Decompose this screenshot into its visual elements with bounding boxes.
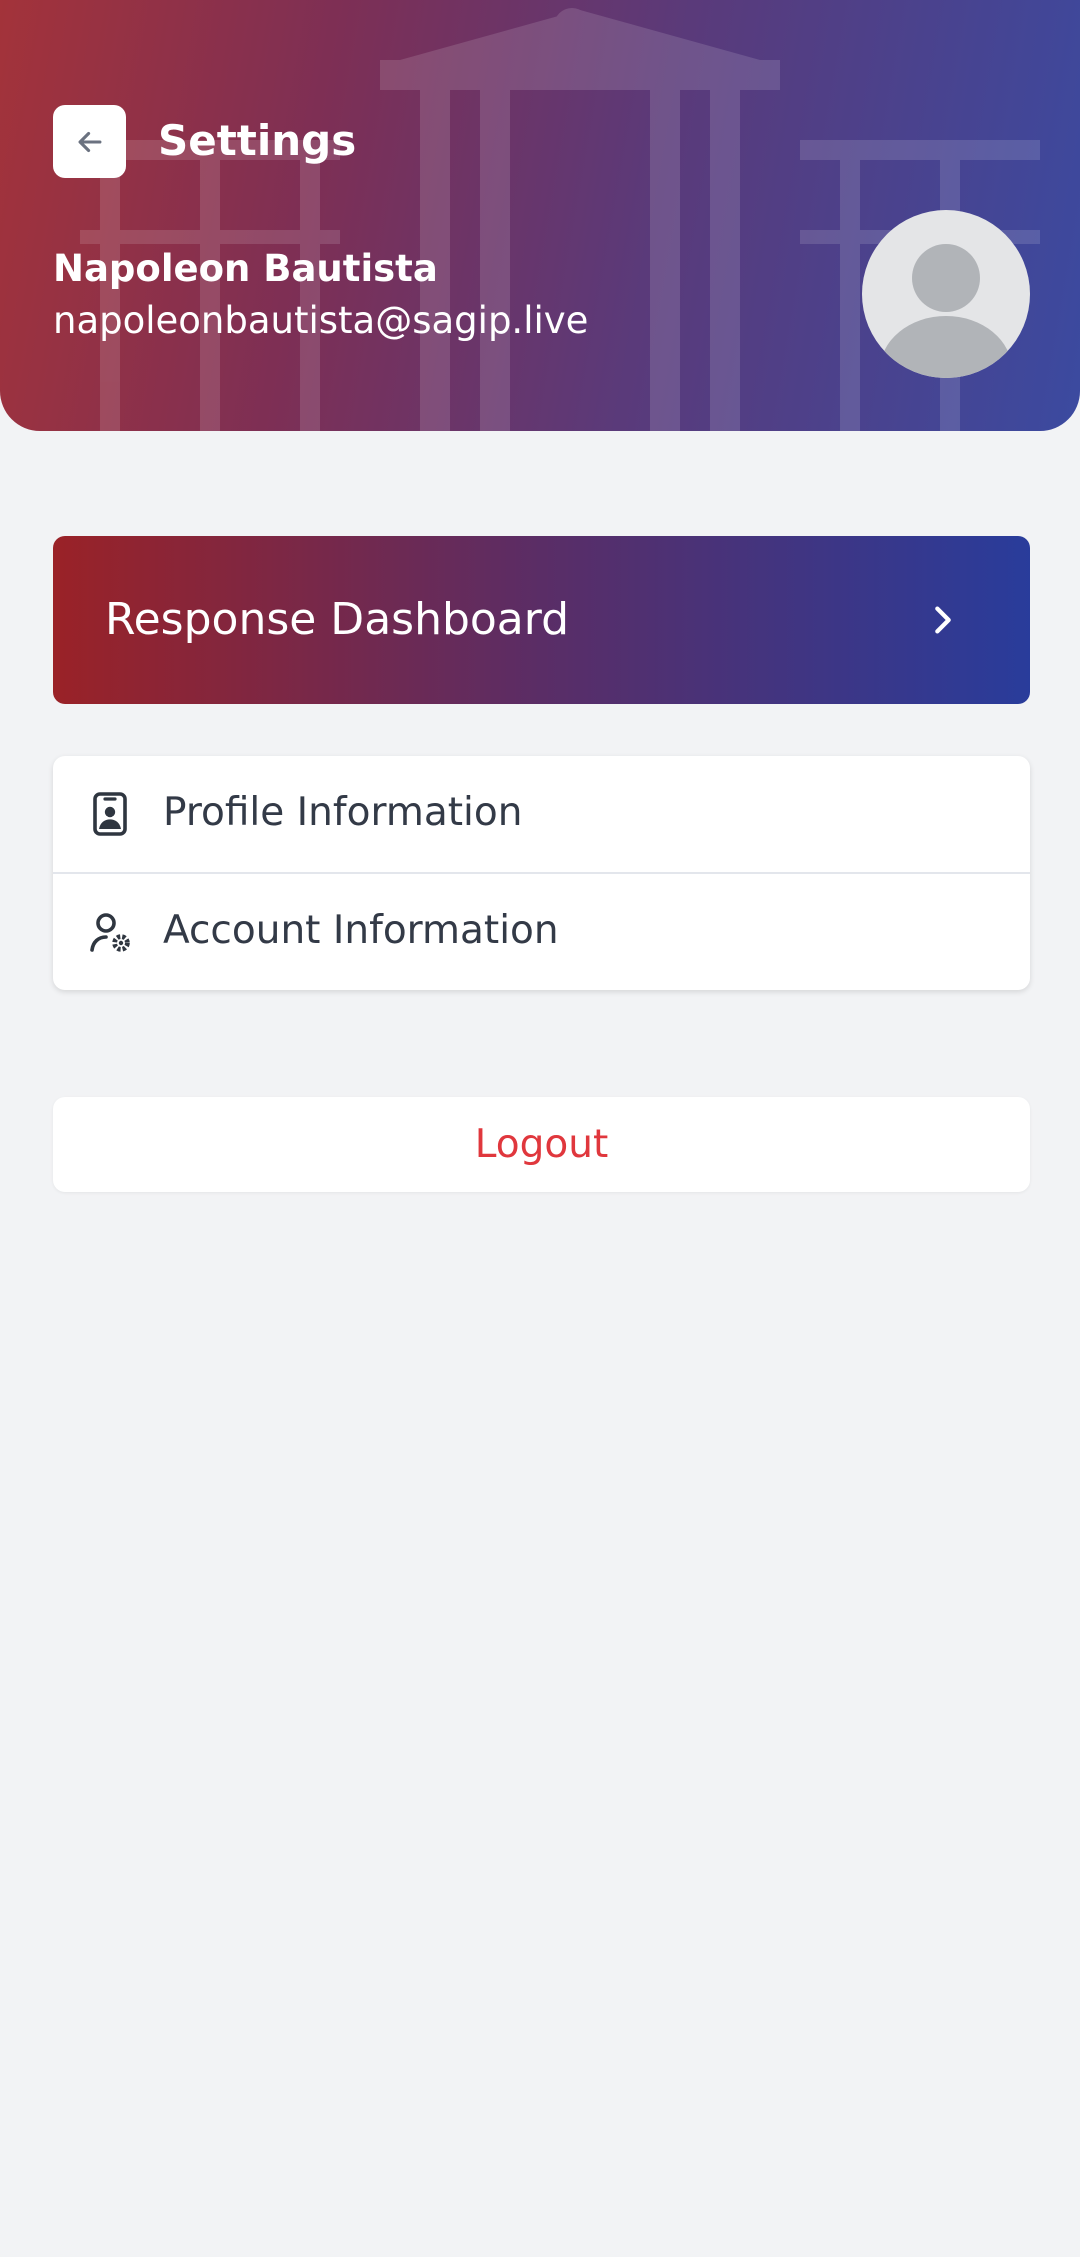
avatar[interactable] — [862, 210, 1030, 378]
logout-label: Logout — [474, 1121, 609, 1167]
user-email: napoleonbautista@sagip.live — [53, 299, 589, 342]
settings-menu: Profile Information Account Information — [53, 756, 1030, 990]
id-badge-icon — [93, 792, 127, 836]
user-name: Napoleon Bautista — [53, 247, 438, 290]
menu-item-account-information[interactable]: Account Information — [53, 874, 1030, 990]
default-avatar-icon — [880, 244, 1012, 378]
user-gear-icon — [90, 913, 130, 952]
chevron-right-icon — [935, 606, 951, 634]
profile-header: Settings Napoleon Bautista napoleonbauti… — [0, 0, 1080, 431]
back-button[interactable] — [53, 105, 126, 178]
menu-item-label: Account Information — [163, 908, 559, 953]
logout-button[interactable]: Logout — [53, 1097, 1030, 1192]
menu-item-profile-information[interactable]: Profile Information — [53, 756, 1030, 874]
response-dashboard-label: Response Dashboard — [105, 594, 570, 645]
page-title: Settings — [158, 116, 357, 165]
response-dashboard-button[interactable]: Response Dashboard — [53, 536, 1030, 704]
menu-item-label: Profile Information — [163, 790, 523, 835]
arrow-left-icon — [78, 131, 101, 152]
